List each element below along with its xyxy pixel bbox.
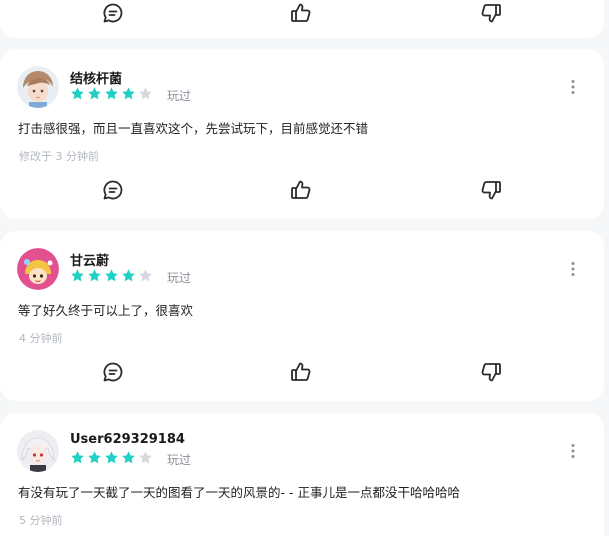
review-text[interactable]: 等了好久终于可以上了，很喜欢 (18, 300, 193, 319)
review-text[interactable]: 打击感很强，而且一直喜欢这个，先尝试玩下，目前感觉还不错 (18, 118, 368, 137)
avatar[interactable] (17, 66, 59, 108)
star-empty-icon (139, 451, 152, 464)
thumbs-up-icon[interactable] (289, 1, 313, 25)
review-time: 4 分钟前 (19, 332, 63, 345)
star-icon (105, 269, 118, 282)
reply-icon[interactable] (101, 1, 125, 25)
star-icon (88, 87, 101, 100)
review-feed: 结核杆菌 玩过 打击感很强，而且一直喜欢这个，先尝试玩下，目前感觉还不错 修改于… (0, 0, 609, 536)
review-time: 修改于 3 分钟前 (19, 150, 99, 163)
star-icon (88, 269, 101, 282)
username[interactable]: 甘云蔚 (70, 250, 109, 269)
star-empty-icon (139, 269, 152, 282)
played-label: 玩过 (167, 89, 192, 103)
username[interactable]: 结核杆菌 (70, 68, 122, 87)
thumbs-down-icon[interactable] (479, 360, 503, 384)
reply-icon[interactable] (101, 178, 125, 202)
more-options-icon[interactable] (570, 261, 576, 277)
star-icon (71, 269, 84, 282)
avatar[interactable] (17, 248, 59, 290)
played-label: 玩过 (167, 271, 192, 285)
star-rating (70, 268, 153, 283)
more-options-icon[interactable] (570, 443, 576, 459)
played-label: 玩过 (167, 453, 192, 467)
star-icon (122, 269, 135, 282)
username[interactable]: User629329184 (70, 432, 185, 447)
star-empty-icon (139, 87, 152, 100)
review-card: User629329184 玩过 有没有玩了一天截了一天的图看了一天的风景的- … (0, 413, 604, 536)
thumbs-down-icon[interactable] (479, 1, 503, 25)
star-icon (105, 451, 118, 464)
star-icon (122, 451, 135, 464)
review-text[interactable]: 有没有玩了一天截了一天的图看了一天的风景的- - 正事儿是一点都没干哈哈哈哈 (18, 482, 460, 501)
reply-icon[interactable] (101, 360, 125, 384)
thumbs-up-icon[interactable] (289, 360, 313, 384)
review-card: 甘云蔚 玩过 等了好久终于可以上了，很喜欢 4 分钟前 (0, 231, 604, 401)
star-icon (88, 451, 101, 464)
thumbs-up-icon[interactable] (289, 178, 313, 202)
review-card-partial (0, 0, 604, 38)
thumbs-down-icon[interactable] (479, 178, 503, 202)
more-options-icon[interactable] (570, 79, 576, 95)
star-rating (70, 86, 153, 101)
review-card: 结核杆菌 玩过 打击感很强，而且一直喜欢这个，先尝试玩下，目前感觉还不错 修改于… (0, 49, 604, 219)
star-rating (70, 450, 153, 465)
star-icon (71, 451, 84, 464)
star-icon (71, 87, 84, 100)
avatar[interactable] (17, 430, 59, 472)
star-icon (105, 87, 118, 100)
review-time: 5 分钟前 (19, 514, 63, 527)
star-icon (122, 87, 135, 100)
